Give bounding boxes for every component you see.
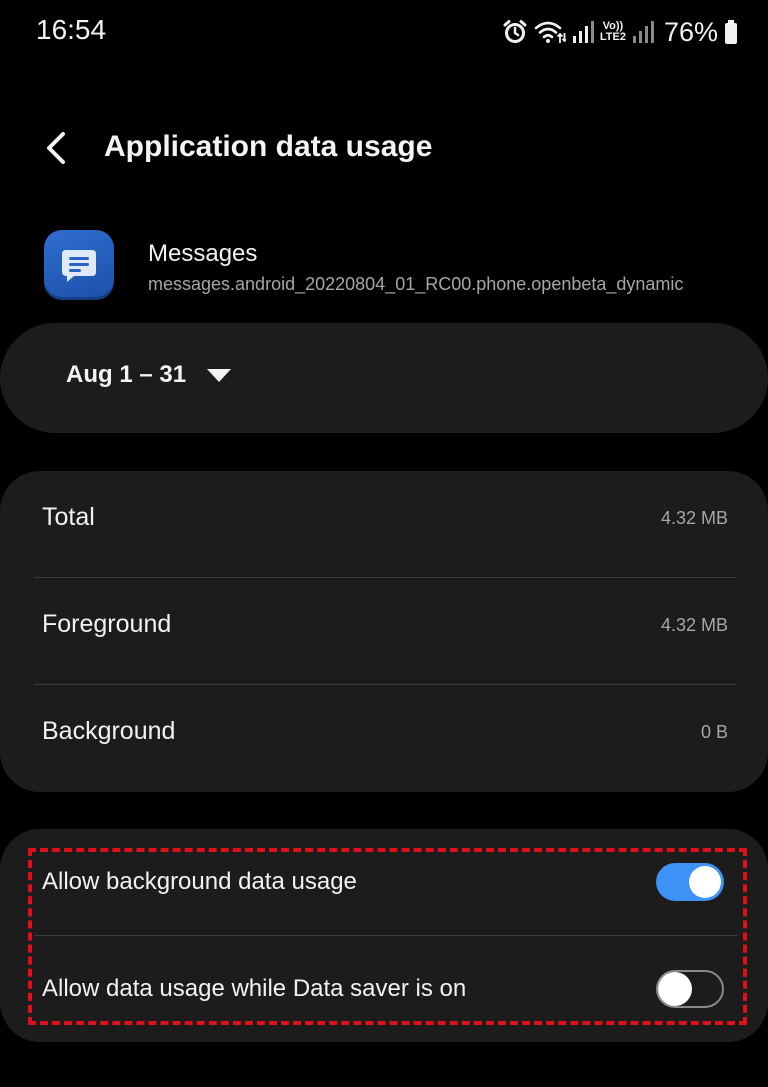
toggle-label: Allow background data usage <box>42 868 357 895</box>
battery-icon <box>724 19 738 45</box>
period-label: Aug 1 – 31 <box>66 361 187 388</box>
usage-row-total: Total 4.32 MB <box>0 471 768 578</box>
switch-knob <box>658 972 692 1006</box>
back-button[interactable] <box>34 126 78 170</box>
usage-value: 0 B <box>700 722 728 742</box>
signal-icon <box>572 20 594 44</box>
switch-knob <box>689 866 721 898</box>
app-info: Messages messages.android_20220804_01_RC… <box>0 228 768 308</box>
alarm-icon <box>502 19 528 45</box>
toggle-label: Allow data usage while Data saver is on <box>42 975 467 1002</box>
background-data-switch[interactable] <box>656 863 724 901</box>
toggle-card: Allow background data usage Allow data u… <box>0 829 768 1042</box>
app-package-name: messages.android_20220804_01_RC00.phone.… <box>148 274 684 294</box>
usage-value: 4.32 MB <box>660 615 728 635</box>
toggle-row-background-data[interactable]: Allow background data usage <box>0 829 768 935</box>
dropdown-triangle-icon <box>207 369 232 382</box>
usage-label: Background <box>42 717 176 745</box>
period-card: Aug 1 – 31 <box>0 323 768 433</box>
usage-row-foreground: Foreground 4.32 MB <box>0 578 768 685</box>
messages-app-icon <box>44 230 114 300</box>
usage-row-background: Background 0 B <box>0 685 768 792</box>
usage-label: Total <box>42 503 95 531</box>
battery-percent: 76% <box>663 16 718 47</box>
usage-label: Foreground <box>42 610 172 638</box>
volte-icon: Vo)) LTE2 <box>599 20 626 43</box>
toggle-row-data-saver[interactable]: Allow data usage while Data saver is on <box>0 936 768 1042</box>
status-time: 16:54 <box>36 14 107 45</box>
back-arrow-icon <box>47 132 65 164</box>
data-saver-switch[interactable] <box>656 970 724 1008</box>
period-dropdown[interactable]: Aug 1 – 31 <box>66 361 232 389</box>
wifi-icon <box>534 19 566 45</box>
status-icons: Vo)) LTE2 76% <box>502 14 738 50</box>
app-name: Messages <box>148 240 258 267</box>
app-bar: Application data usage <box>0 110 768 190</box>
usage-card: Total 4.32 MB Foreground 4.32 MB Backgro… <box>0 471 768 792</box>
page-title: Application data usage <box>104 130 433 163</box>
status-bar: 16:54 Vo)) LTE2 76% <box>0 0 768 64</box>
signal-icon <box>632 20 654 44</box>
usage-value: 4.32 MB <box>660 508 728 528</box>
